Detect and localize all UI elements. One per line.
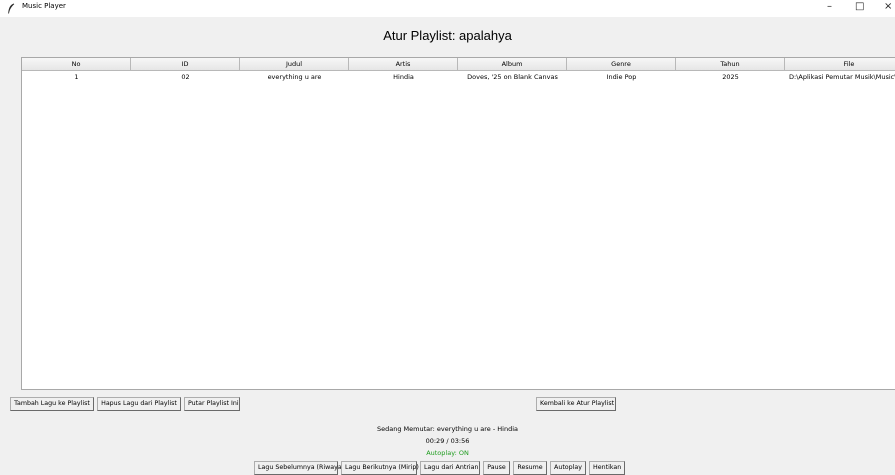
autoplay-status: Autoplay: ON	[426, 449, 469, 457]
remove-song-button[interactable]: Hapus Lagu dari Playlist	[97, 397, 181, 411]
table-header: No ID Judul Artis Album Genre Tahun File	[22, 58, 895, 71]
next-similar-button[interactable]: Lagu Berikutnya (Mirip)	[341, 461, 419, 475]
stop-button[interactable]: Hentikan	[589, 461, 625, 475]
column-header-no[interactable]: No	[22, 58, 131, 71]
column-header-tahun[interactable]: Tahun	[676, 58, 785, 71]
play-playlist-button[interactable]: Putar Playlist Ini	[184, 397, 240, 411]
cell-artis: Hindia	[393, 73, 414, 81]
playlist-table: No ID Judul Artis Album Genre Tahun File…	[21, 57, 895, 390]
add-song-button[interactable]: Tambah Lagu ke Playlist	[10, 397, 94, 411]
now-playing-label: Sedang Memutar: everything u are - Hindi…	[376, 425, 518, 433]
minimize-button[interactable]: –	[827, 1, 832, 12]
cell-no: 1	[74, 73, 79, 81]
cell-file: D:\Aplikasi Pemutar Musik\Music\	[789, 73, 895, 81]
feather-icon	[8, 3, 15, 14]
title-bar: Music Player – □ ×	[0, 0, 895, 17]
maximize-button[interactable]: □	[855, 1, 864, 12]
close-button[interactable]: ×	[884, 1, 892, 12]
cell-album: Doves, '25 on Blank Canvas	[467, 73, 558, 81]
pause-button[interactable]: Pause	[483, 461, 510, 475]
column-header-genre[interactable]: Genre	[567, 58, 676, 71]
column-header-judul[interactable]: Judul	[240, 58, 349, 71]
cell-judul: everything u are	[267, 73, 322, 81]
autoplay-button[interactable]: Autoplay	[550, 461, 586, 475]
playback-time: 00:29 / 03:56	[425, 437, 470, 445]
page-title: Atur Playlist: apalahya	[383, 28, 512, 43]
cell-id: 02	[181, 73, 190, 81]
table-row[interactable]: 1 02 everything u are Hindia Doves, '25 …	[22, 72, 895, 84]
cell-tahun: 2025	[722, 73, 739, 81]
window-title: Music Player	[22, 2, 66, 10]
column-header-file[interactable]: File	[785, 58, 895, 71]
column-header-album[interactable]: Album	[458, 58, 567, 71]
cell-genre: Indie Pop	[606, 73, 637, 81]
previous-song-button[interactable]: Lagu Sebelumnya (Riwayat)	[254, 461, 347, 475]
resume-button[interactable]: Resume	[513, 461, 547, 475]
back-to-playlists-button[interactable]: Kembali ke Atur Playlist	[536, 397, 616, 411]
column-header-id[interactable]: ID	[131, 58, 240, 71]
column-header-artis[interactable]: Artis	[349, 58, 458, 71]
queue-song-button[interactable]: Lagu dari Antrian	[420, 461, 480, 475]
